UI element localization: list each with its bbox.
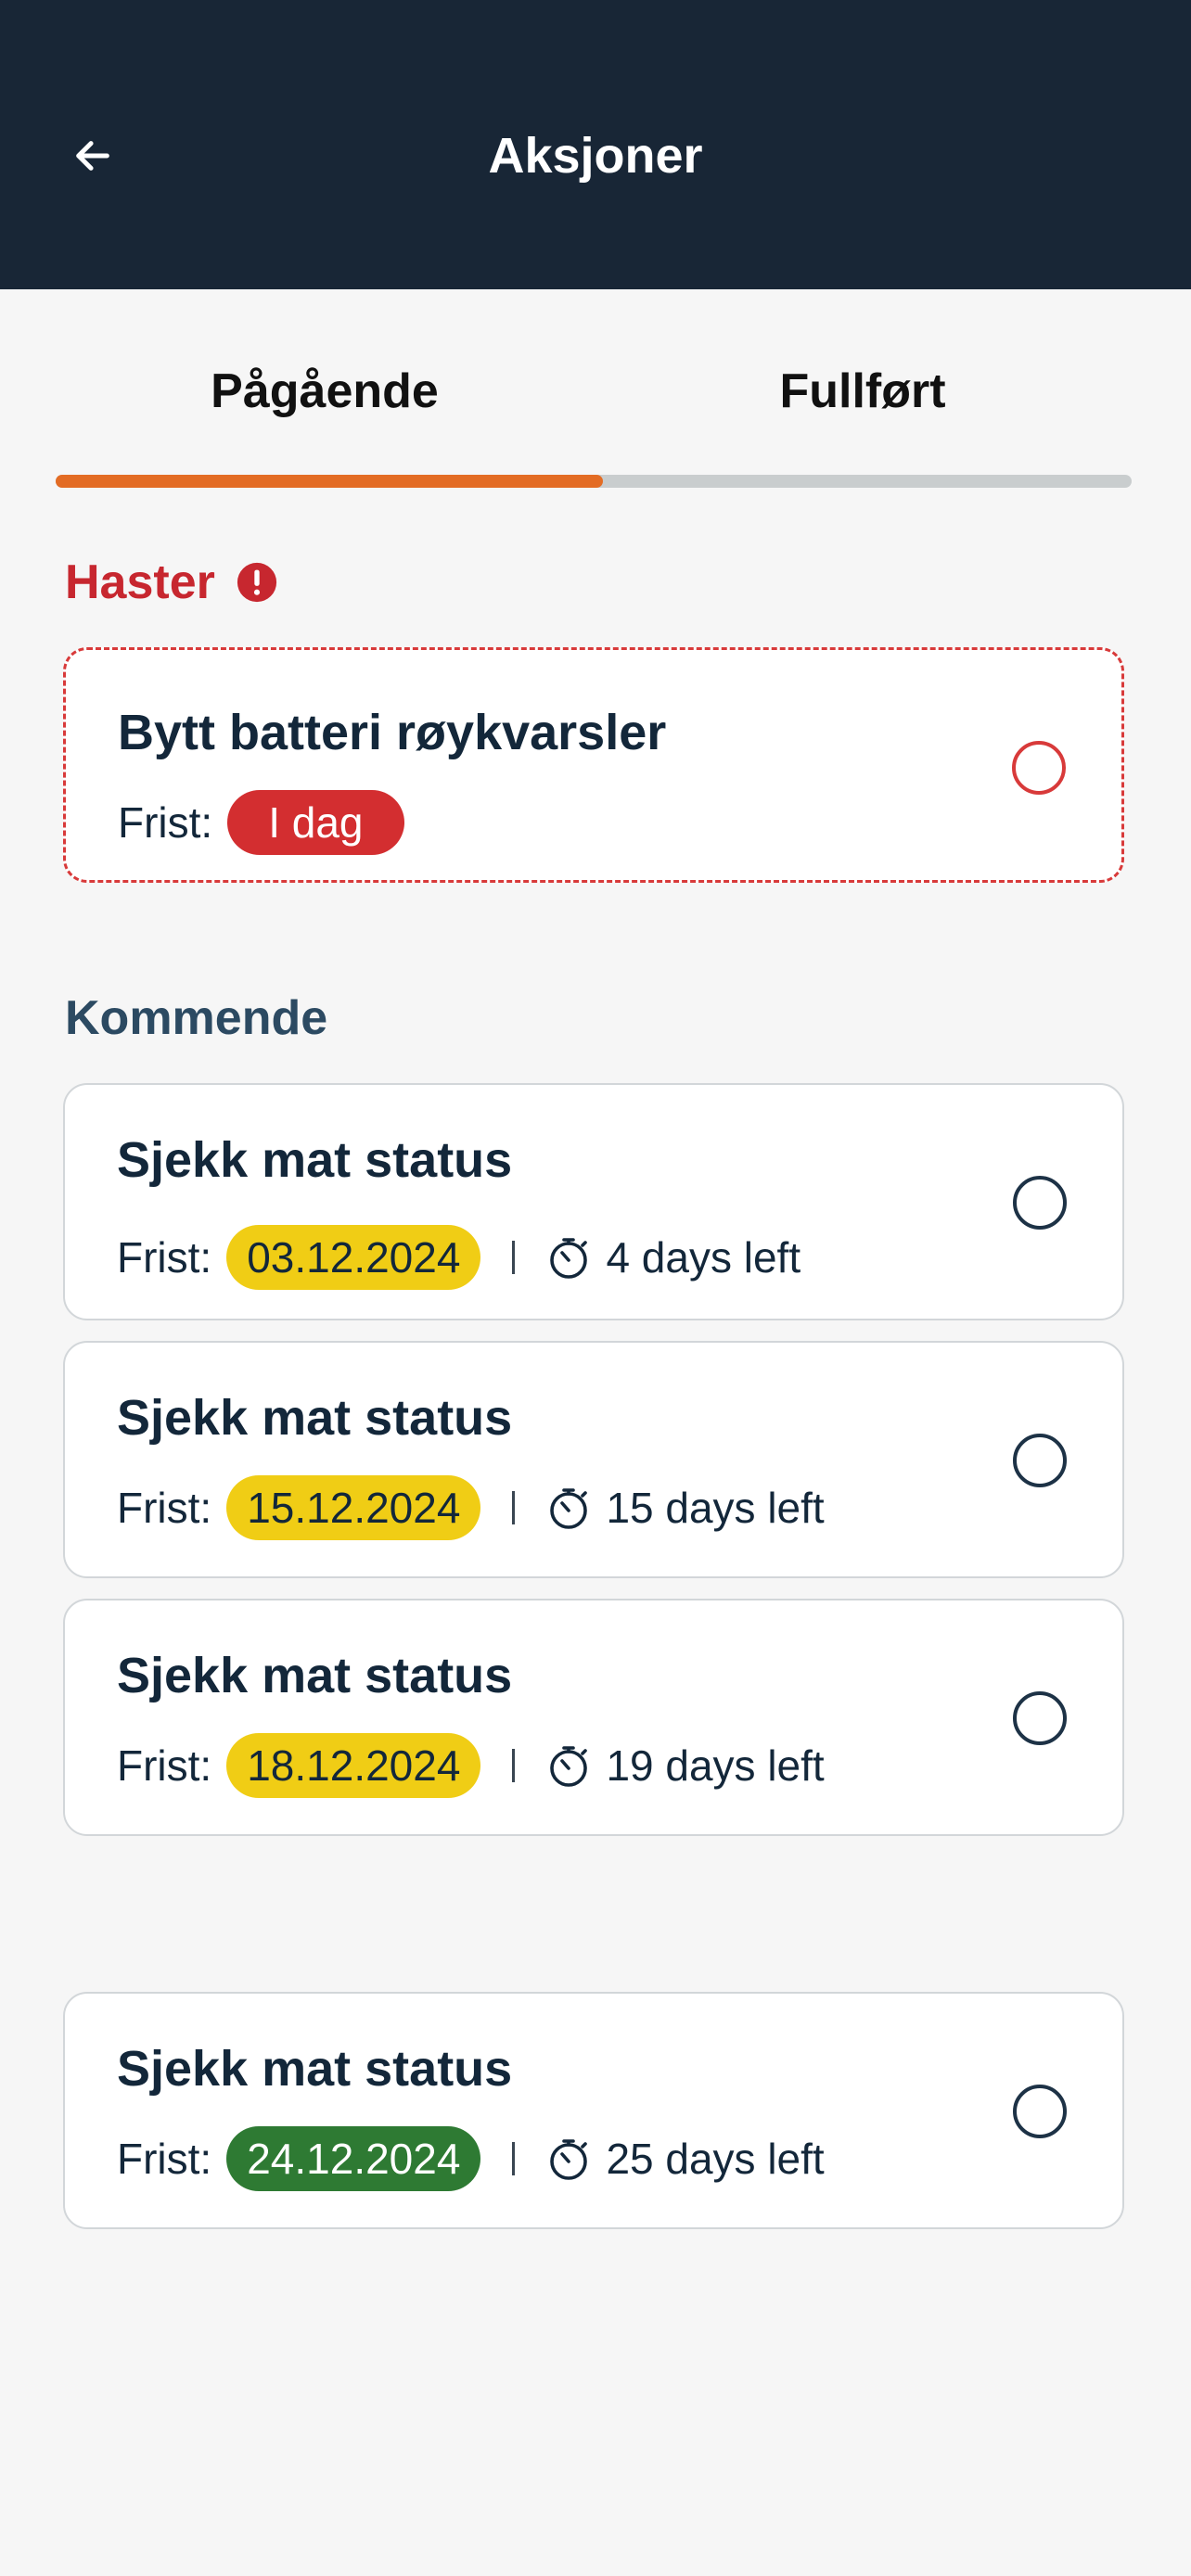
separator — [512, 1241, 516, 1274]
tab-bar: Pågående Fullført — [56, 345, 1132, 488]
tab-ongoing[interactable]: Pågående — [56, 345, 594, 438]
task-meta: Frist: 15.12.2024 15 days left — [117, 1474, 825, 1541]
complete-checkbox[interactable] — [1013, 2085, 1067, 2138]
alert-icon — [237, 562, 276, 603]
task-title: Sjekk mat status — [117, 1648, 513, 1703]
task-meta: Frist: 18.12.2024 19 days left — [117, 1732, 825, 1799]
deadline-badge: 03.12.2024 — [226, 1225, 481, 1290]
task-meta: Frist: 24.12.2024 25 days left — [117, 2125, 825, 2192]
urgent-section-title: Haster — [65, 550, 278, 615]
timer-icon — [550, 1488, 588, 1529]
separator — [512, 1749, 516, 1782]
app-bar: Aksjoner — [0, 0, 1191, 289]
deadline-label: Frist: — [118, 798, 213, 847]
task-title: Sjekk mat status — [117, 2041, 513, 2097]
tab-active-indicator — [56, 475, 603, 488]
urgent-section-label: Haster — [65, 555, 215, 609]
separator — [512, 1491, 516, 1524]
timer-icon — [550, 1238, 588, 1279]
task-title: Sjekk mat status — [117, 1132, 513, 1188]
task-title: Sjekk mat status — [117, 1390, 513, 1446]
separator — [512, 2142, 516, 2175]
complete-checkbox[interactable] — [1013, 1434, 1067, 1487]
task-card-urgent[interactable]: Bytt batteri røykvarsler Frist: I dag — [63, 647, 1124, 883]
complete-checkbox[interactable] — [1013, 1176, 1067, 1230]
task-card[interactable]: Sjekk mat status Frist: 15.12.2024 15 da… — [63, 1341, 1124, 1578]
task-card[interactable]: Sjekk mat status Frist: 03.12.2024 4 day… — [63, 1083, 1124, 1320]
timer-icon — [550, 2139, 588, 2180]
task-meta: Frist: 03.12.2024 4 days left — [117, 1224, 800, 1291]
deadline-label: Frist: — [117, 1233, 212, 1282]
deadline-label: Frist: — [117, 2135, 212, 2183]
task-meta: Frist: I dag — [118, 789, 404, 856]
task-card[interactable]: Sjekk mat status Frist: 18.12.2024 19 da… — [63, 1599, 1124, 1836]
days-left: 19 days left — [606, 1741, 825, 1790]
task-card[interactable]: Sjekk mat status Frist: 24.12.2024 25 da… — [63, 1992, 1124, 2229]
task-title: Bytt batteri røykvarsler — [118, 705, 667, 760]
days-left: 25 days left — [606, 2135, 825, 2183]
deadline-badge: 24.12.2024 — [226, 2126, 481, 2191]
tab-completed[interactable]: Fullført — [594, 345, 1132, 438]
days-left: 15 days left — [606, 1484, 825, 1532]
deadline-badge: 15.12.2024 — [226, 1475, 481, 1540]
deadline-label: Frist: — [117, 1484, 212, 1532]
complete-checkbox[interactable] — [1013, 1691, 1067, 1745]
deadline-badge: 18.12.2024 — [226, 1733, 481, 1798]
deadline-label: Frist: — [117, 1741, 212, 1790]
days-left: 4 days left — [606, 1233, 801, 1282]
deadline-badge: I dag — [227, 790, 404, 855]
page-title: Aksjoner — [488, 128, 703, 184]
timer-icon — [550, 1746, 588, 1787]
complete-checkbox[interactable] — [1012, 741, 1066, 795]
upcoming-section-title: Kommende — [65, 991, 328, 1045]
